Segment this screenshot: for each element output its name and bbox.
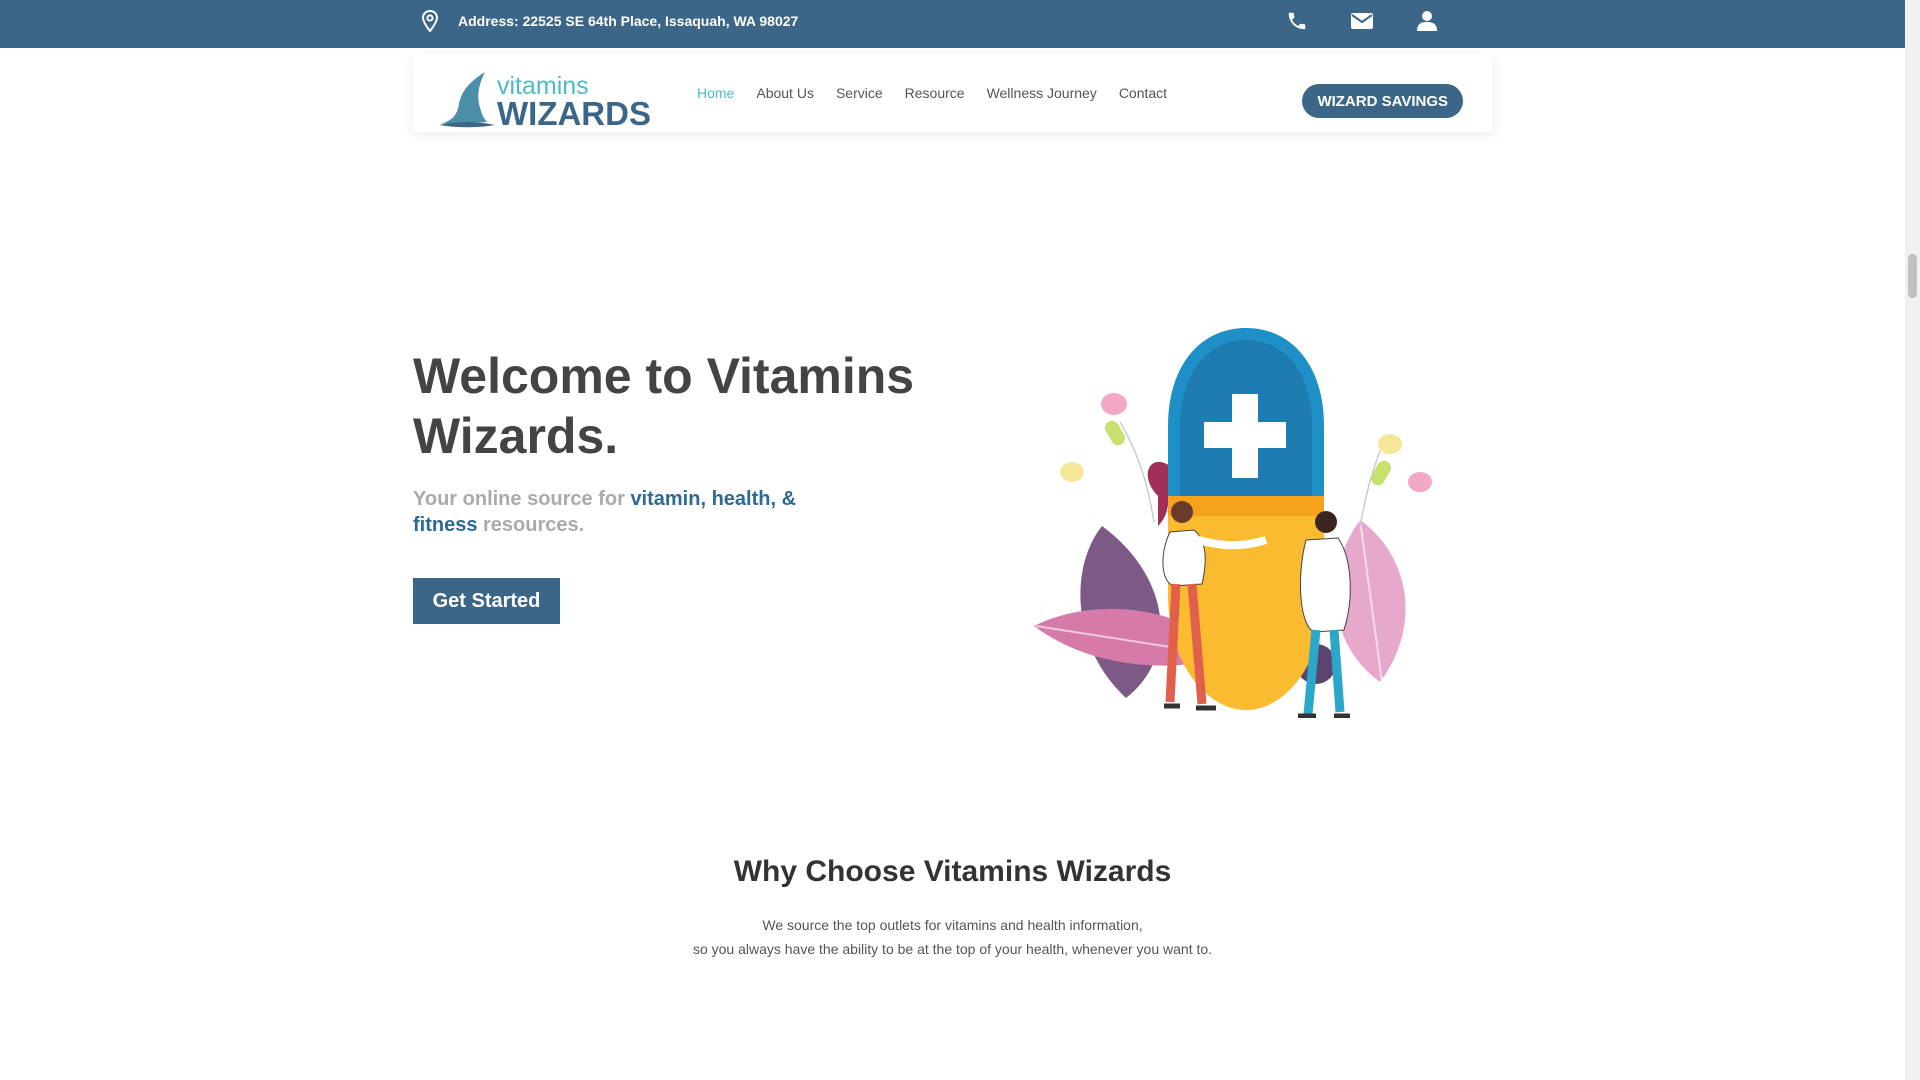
nav-home[interactable]: Home bbox=[697, 85, 734, 101]
phone-icon[interactable] bbox=[1284, 9, 1310, 33]
envelope-icon[interactable] bbox=[1349, 9, 1375, 33]
hero-title: Welcome to Vitamins Wizards. bbox=[413, 348, 915, 464]
why-line-2: so you always have the ability to be at … bbox=[692, 941, 1213, 957]
why-choose-title: Why Choose Vitamins Wizards bbox=[733, 855, 1172, 888]
hero-subtitle: Your online source for vitamin, health, … bbox=[413, 486, 833, 538]
main-navigation: vitamins WIZARDS Home About Us Service R… bbox=[413, 54, 1493, 132]
why-line-1: We source the top outlets for vitamins a… bbox=[762, 917, 1143, 933]
wizard-savings-button[interactable]: WIZARD SAVINGS bbox=[1302, 84, 1463, 118]
top-info-bar: Address: 22525 SE 64th Place, Issaquah, … bbox=[0, 0, 1905, 48]
hero-subtitle-start: Your online source for bbox=[413, 488, 631, 510]
vertical-scrollbar[interactable] bbox=[1905, 0, 1920, 1080]
get-started-button[interactable]: Get Started bbox=[413, 578, 560, 624]
nav-resource[interactable]: Resource bbox=[905, 85, 965, 101]
address-text: Address: 22525 SE 64th Place, Issaquah, … bbox=[458, 13, 799, 29]
svg-text:WIZARDS: WIZARDS bbox=[497, 95, 651, 128]
address: Address: 22525 SE 64th Place, Issaquah, … bbox=[422, 9, 798, 33]
nav-contact[interactable]: Contact bbox=[1119, 85, 1167, 101]
nav-links: Home About Us Service Resource Wellness … bbox=[697, 54, 1189, 132]
hero-subtitle-end: resources. bbox=[477, 514, 585, 536]
why-choose-description: We source the top outlets for vitamins a… bbox=[0, 913, 1905, 961]
nav-wellness-journey[interactable]: Wellness Journey bbox=[987, 85, 1097, 101]
nav-service[interactable]: Service bbox=[836, 85, 883, 101]
vitamins-wizards-logo[interactable]: vitamins WIZARDS bbox=[439, 70, 655, 128]
hero-illustration bbox=[1034, 328, 1432, 718]
nav-about-us[interactable]: About Us bbox=[756, 85, 814, 101]
user-icon[interactable] bbox=[1414, 9, 1440, 33]
scrollbar-thumb[interactable] bbox=[1908, 254, 1917, 298]
map-marker-icon bbox=[422, 10, 438, 32]
